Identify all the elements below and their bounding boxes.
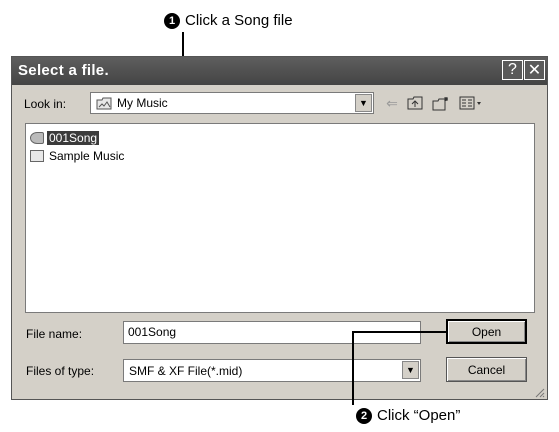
title-bar[interactable]: Select a file. ? ✕ [12, 57, 547, 85]
file-name-label: File name: [26, 327, 83, 341]
cancel-button[interactable]: Cancel [446, 357, 527, 382]
file-type-dropdown[interactable]: SMF & XF File(*.mid) ▼ [123, 359, 421, 382]
close-button[interactable]: ✕ [524, 60, 545, 80]
view-menu-icon[interactable] [458, 93, 484, 113]
help-button[interactable]: ? [502, 60, 523, 80]
callout-text: Click “Open” [377, 407, 461, 424]
step-number-badge: 2 [356, 407, 372, 424]
up-folder-icon[interactable] [405, 93, 425, 113]
file-type-value: SMF & XF File(*.mid) [129, 364, 243, 378]
file-name: Sample Music [49, 149, 125, 163]
folder-shortcut-icon [30, 150, 44, 162]
back-arrow-icon[interactable]: ⇐ [382, 93, 402, 113]
look-in-value: My Music [117, 96, 168, 110]
step-number-badge: 1 [164, 12, 180, 29]
callout-text: Click a Song file [185, 12, 293, 29]
folder-icon [96, 97, 112, 110]
look-in-dropdown[interactable]: My Music ▼ [90, 92, 374, 114]
song-file-icon [30, 132, 44, 144]
look-in-label: Look in: [24, 97, 67, 111]
chevron-down-icon[interactable]: ▼ [355, 94, 372, 112]
file-type-label: Files of type: [26, 364, 95, 378]
callout-line [352, 331, 446, 333]
callout-click-open: 2 Click “Open” [356, 407, 460, 424]
list-item[interactable]: 001Song [30, 130, 100, 146]
list-item[interactable]: Sample Music [30, 148, 126, 164]
resize-grip-icon[interactable] [533, 385, 545, 398]
new-folder-icon[interactable] [430, 93, 452, 113]
dialog-title: Select a file. [18, 62, 109, 79]
file-list[interactable]: 001Song Sample Music [25, 123, 535, 313]
callout-line [352, 331, 354, 405]
file-name: 001Song [47, 131, 100, 145]
callout-click-song: 1 Click a Song file [164, 12, 293, 29]
chevron-down-icon[interactable]: ▼ [402, 361, 419, 379]
file-dialog: Select a file. ? ✕ Look in: My Music ▼ ⇐… [11, 56, 548, 400]
open-button[interactable]: Open [446, 319, 527, 344]
